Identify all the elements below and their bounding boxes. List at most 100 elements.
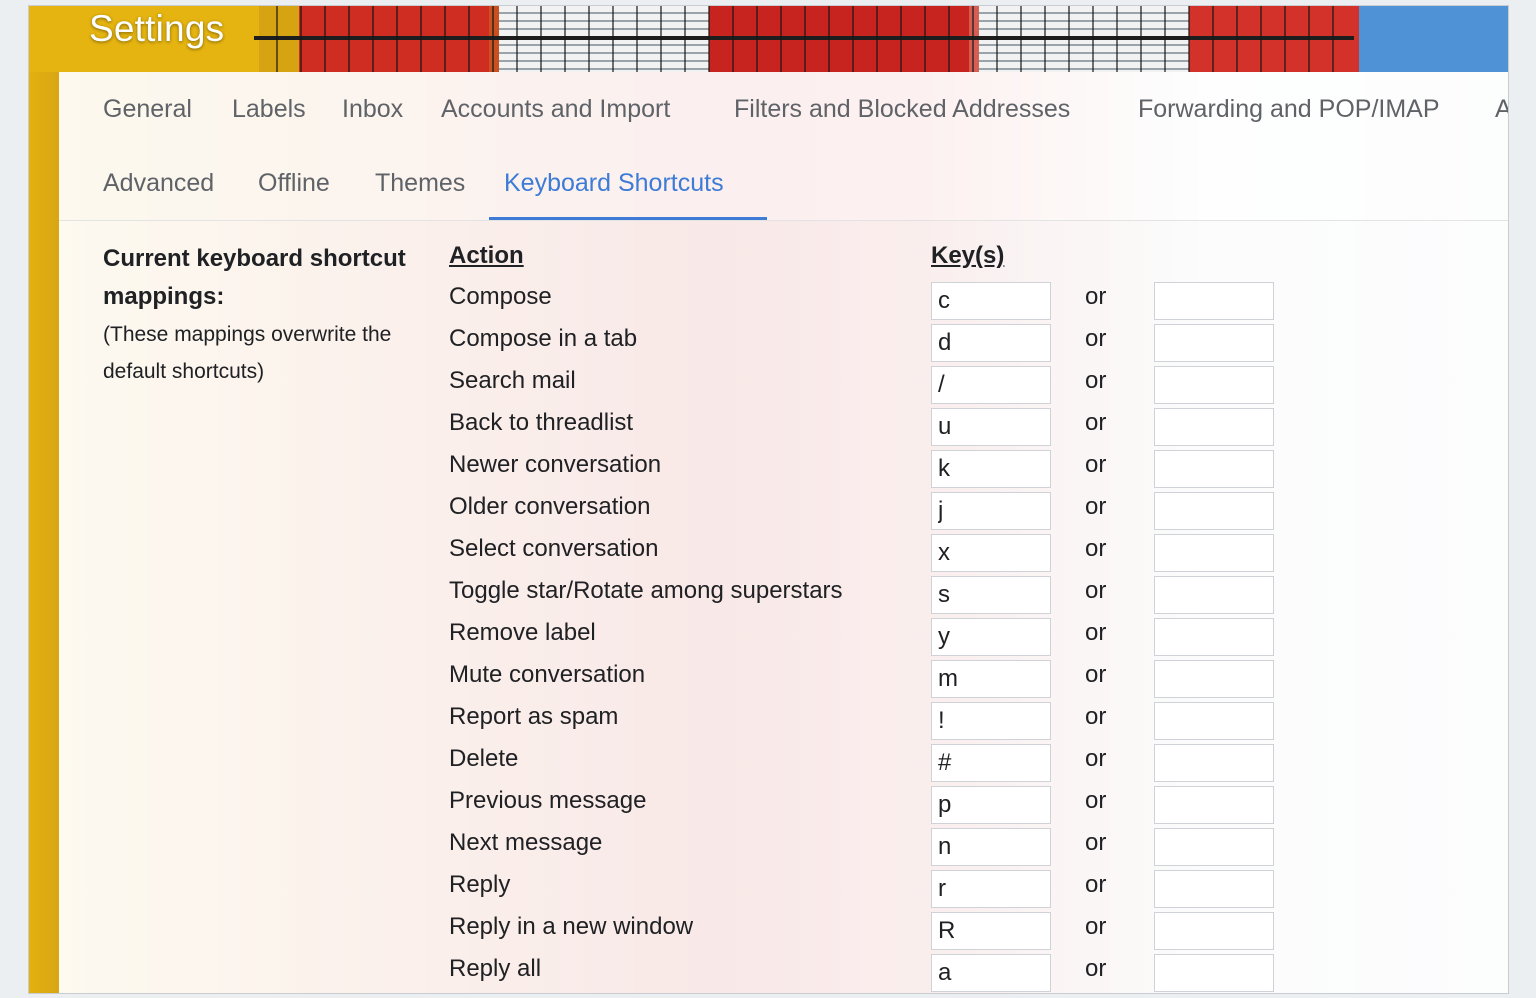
- alt-key-input[interactable]: [1154, 744, 1274, 782]
- shortcut-row: Reply in a new window or: [59, 912, 1508, 954]
- or-label: or: [1085, 661, 1107, 688]
- key-input[interactable]: [931, 702, 1051, 740]
- alt-key-input[interactable]: [1154, 954, 1274, 992]
- key-input[interactable]: [931, 576, 1051, 614]
- tab-advanced[interactable]: Advanced: [103, 169, 214, 198]
- or-label: or: [1085, 409, 1107, 436]
- or-label: or: [1085, 283, 1107, 310]
- key-input[interactable]: [931, 408, 1051, 446]
- shortcut-row: Report as spam or: [59, 702, 1508, 744]
- or-label: or: [1085, 829, 1107, 856]
- action-label: Mute conversation: [449, 661, 646, 688]
- action-label: Previous message: [449, 787, 647, 814]
- key-input[interactable]: [931, 744, 1051, 782]
- shortcut-row: Compose or: [59, 282, 1508, 324]
- action-label: Compose: [449, 283, 552, 310]
- shortcut-row: Compose in a tab or: [59, 324, 1508, 366]
- action-label: Back to threadlist: [449, 409, 634, 436]
- alt-key-input[interactable]: [1154, 870, 1274, 908]
- or-label: or: [1085, 367, 1107, 394]
- key-input[interactable]: [931, 324, 1051, 362]
- or-label: or: [1085, 325, 1107, 352]
- key-input[interactable]: [931, 618, 1051, 656]
- shortcut-row: Delete or: [59, 744, 1508, 786]
- or-label: or: [1085, 493, 1107, 520]
- tab-forwarding-and-pop-imap[interactable]: Forwarding and POP/IMAP: [1138, 95, 1440, 124]
- or-label: or: [1085, 577, 1107, 604]
- shortcut-row: Mute conversation or: [59, 660, 1508, 702]
- shortcut-row: Next message or: [59, 828, 1508, 870]
- theme-header-image: [29, 6, 1508, 72]
- action-label: Compose in a tab: [449, 325, 638, 352]
- action-label: Newer conversation: [449, 451, 662, 478]
- action-label: Reply in a new window: [449, 913, 694, 940]
- tab-themes[interactable]: Themes: [375, 169, 465, 198]
- or-label: or: [1085, 535, 1107, 562]
- tabs-divider: [59, 220, 1508, 221]
- key-input[interactable]: [931, 786, 1051, 824]
- alt-key-input[interactable]: [1154, 912, 1274, 950]
- action-label: Remove label: [449, 619, 596, 646]
- key-input[interactable]: [931, 534, 1051, 572]
- action-label: Older conversation: [449, 493, 651, 520]
- alt-key-input[interactable]: [1154, 534, 1274, 572]
- alt-key-input[interactable]: [1154, 366, 1274, 404]
- action-label: Delete: [449, 745, 519, 772]
- action-label: Reply all: [449, 955, 542, 982]
- tab-offline[interactable]: Offline: [258, 169, 330, 198]
- key-input[interactable]: [931, 954, 1051, 992]
- shortcut-row: Newer conversation or: [59, 450, 1508, 492]
- alt-key-input[interactable]: [1154, 492, 1274, 530]
- shortcut-row: Reply or: [59, 870, 1508, 912]
- action-label: Next message: [449, 829, 603, 856]
- or-label: or: [1085, 703, 1107, 730]
- alt-key-input[interactable]: [1154, 618, 1274, 656]
- key-input[interactable]: [931, 912, 1051, 950]
- tab-labels[interactable]: Labels: [232, 95, 306, 124]
- shortcut-row: Remove label or: [59, 618, 1508, 660]
- tab-general[interactable]: General: [103, 95, 192, 124]
- key-input[interactable]: [931, 366, 1051, 404]
- key-input[interactable]: [931, 828, 1051, 866]
- alt-key-input[interactable]: [1154, 828, 1274, 866]
- tab-filters-and-blocked-addresses[interactable]: Filters and Blocked Addresses: [734, 95, 1070, 124]
- page-title: Settings: [89, 8, 225, 49]
- shortcut-row: Older conversation or: [59, 492, 1508, 534]
- alt-key-input[interactable]: [1154, 786, 1274, 824]
- action-column-header: Action: [449, 242, 524, 269]
- alt-key-input[interactable]: [1154, 324, 1274, 362]
- or-label: or: [1085, 955, 1107, 982]
- alt-key-input[interactable]: [1154, 408, 1274, 446]
- alt-key-input[interactable]: [1154, 660, 1274, 698]
- tab-add-ons-truncated[interactable]: A: [1495, 95, 1508, 124]
- alt-key-input[interactable]: [1154, 576, 1274, 614]
- key-input[interactable]: [931, 492, 1051, 530]
- alt-key-input[interactable]: [1154, 282, 1274, 320]
- tab-inbox[interactable]: Inbox: [342, 95, 403, 124]
- tab-accounts-and-import[interactable]: Accounts and Import: [441, 95, 670, 124]
- key-input[interactable]: [931, 282, 1051, 320]
- or-label: or: [1085, 451, 1107, 478]
- action-label: Search mail: [449, 367, 576, 394]
- alt-key-input[interactable]: [1154, 702, 1274, 740]
- shortcut-row: Previous message or: [59, 786, 1508, 828]
- action-label: Reply: [449, 871, 511, 898]
- alt-key-input[interactable]: [1154, 450, 1274, 488]
- or-label: or: [1085, 871, 1107, 898]
- key-input[interactable]: [931, 660, 1051, 698]
- settings-panel: General Labels Inbox Accounts and Import…: [59, 72, 1508, 993]
- or-label: or: [1085, 913, 1107, 940]
- settings-window: Settings General Labels Inbox Accounts a…: [28, 5, 1509, 994]
- shortcut-row: Select conversation or: [59, 534, 1508, 576]
- tab-keyboard-shortcuts[interactable]: Keyboard Shortcuts: [504, 169, 724, 198]
- key-input[interactable]: [931, 870, 1051, 908]
- action-label: Select conversation: [449, 535, 659, 562]
- or-label: or: [1085, 787, 1107, 814]
- shortcut-row: Search mail or: [59, 366, 1508, 408]
- shortcut-row: Toggle star/Rotate among superstars or: [59, 576, 1508, 618]
- shortcut-row: Back to threadlist or: [59, 408, 1508, 450]
- action-label: Report as spam: [449, 703, 619, 730]
- shortcut-row: Reply all or: [59, 954, 1508, 993]
- key-input[interactable]: [931, 450, 1051, 488]
- action-label: Toggle star/Rotate among superstars: [449, 577, 843, 604]
